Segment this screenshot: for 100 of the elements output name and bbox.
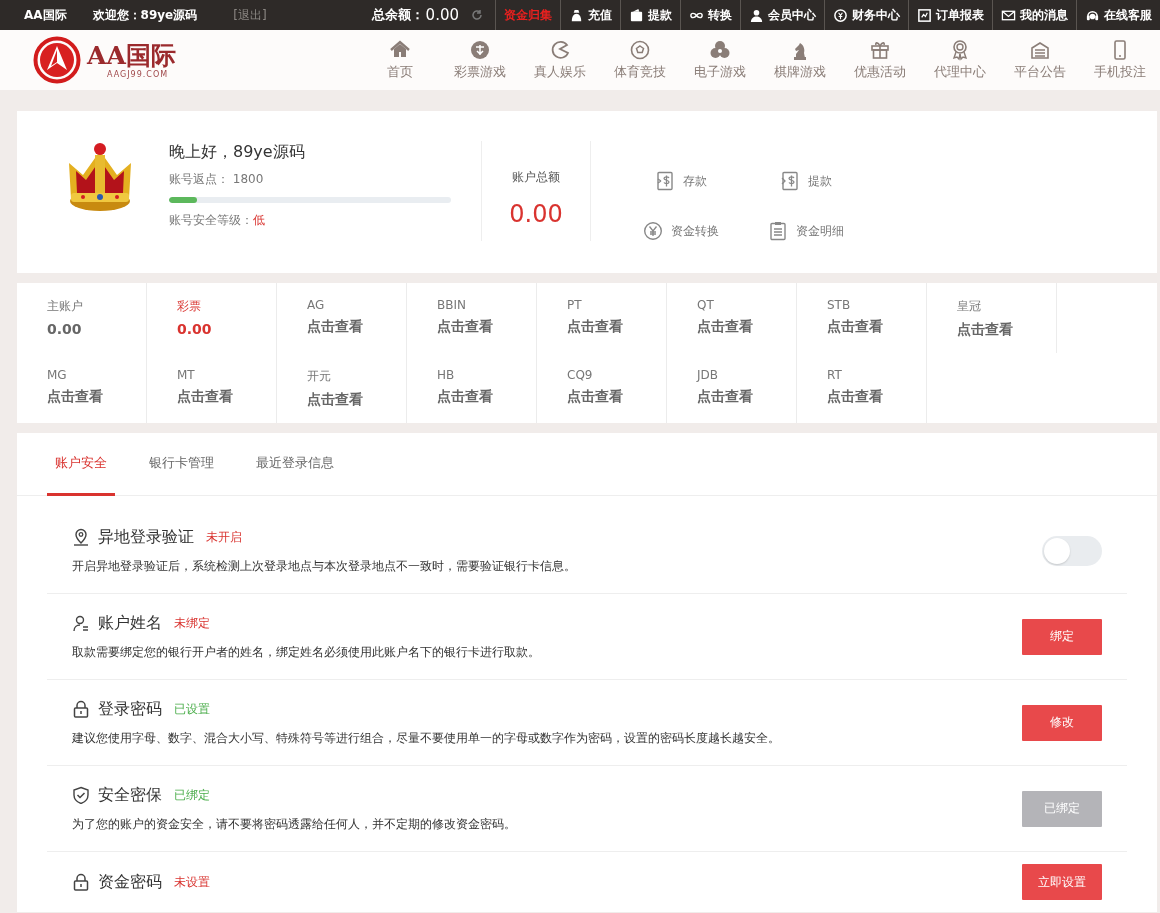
wallet-item[interactable]: AG 点击查看: [277, 283, 407, 353]
wallet-balance: 点击查看: [697, 388, 754, 406]
nav-item[interactable]: 代理中心: [920, 30, 1000, 90]
wallet-name: AG: [307, 298, 326, 312]
wallet-balance: 点击查看: [697, 318, 754, 336]
wallet-name: RT: [827, 368, 843, 382]
wallet-item[interactable]: 主账户 0.00: [17, 283, 147, 353]
logo-icon: [33, 36, 81, 84]
wallet-name: 开元: [307, 368, 332, 385]
wallet-name: 彩票: [177, 298, 202, 315]
nav-item[interactable]: 真人娱乐: [520, 30, 600, 90]
wallet-item[interactable]: MG 点击查看: [17, 353, 147, 423]
action-link[interactable]: 存款: [643, 171, 768, 191]
wallet-name: 主账户: [47, 298, 84, 315]
wallet-name: CQ9: [567, 368, 594, 382]
clipboard-icon: [768, 221, 788, 241]
wallet-item[interactable]: HB 点击查看: [407, 353, 537, 423]
nav-item[interactable]: 棋牌游戏: [760, 30, 840, 90]
user-icon: [72, 614, 90, 632]
setting-description: 建议您使用字母、数字、混合大小写、特殊符号等进行组合，尽量不要使用单一的字母或数字作为密码，设置的密码长度越长越安全。: [72, 729, 781, 747]
location-pin-icon: [72, 528, 90, 546]
balance-amount: 0.00: [425, 6, 459, 24]
setting-title: 登录密码: [98, 698, 162, 720]
wallet-balance: 0.00: [177, 321, 213, 337]
action-button[interactable]: 绑定: [1022, 618, 1102, 655]
wallet-name: BBIN: [437, 298, 467, 312]
wallet-name: MT: [177, 368, 196, 382]
wallet-name: STB: [827, 298, 852, 312]
wallet-item[interactable]: PT 点击查看: [537, 283, 667, 353]
tab[interactable]: 银行卡管理: [141, 433, 222, 496]
wallet-balance: 点击查看: [437, 388, 494, 406]
wallet-item[interactable]: 皇冠 点击查看: [927, 283, 1057, 353]
lock-icon: [72, 700, 90, 718]
shield-check-icon: [72, 786, 90, 804]
action-button[interactable]: 修改: [1022, 704, 1102, 741]
action-link[interactable]: 资金转换: [643, 221, 768, 241]
wallet-item[interactable]: JDB 点击查看: [667, 353, 797, 423]
total-label: 账户总额: [512, 169, 560, 186]
wallet-icon: [629, 7, 644, 23]
nav-item[interactable]: 彩票游戏: [440, 30, 520, 90]
gift-icon: [869, 39, 891, 61]
coin-icon: [833, 7, 848, 23]
setting-title: 资金密码: [98, 871, 162, 893]
setting-description: 为了您的账户的资金安全，请不要将密码透露给任何人，并不定期的修改资金密码。: [72, 815, 517, 833]
nav-item[interactable]: 体育竞技: [600, 30, 680, 90]
wallet-item[interactable]: CQ9 点击查看: [537, 353, 667, 423]
logo-domain: AAGJ99.COM: [107, 69, 170, 79]
nav-item[interactable]: 平台公告: [1000, 30, 1080, 90]
wallet-balance: 0.00: [47, 321, 83, 337]
wallet-balance: 点击查看: [827, 388, 884, 406]
withdraw-icon: [780, 171, 800, 191]
lock-icon: [72, 873, 90, 891]
wallet-balance: 点击查看: [437, 318, 494, 336]
action-link[interactable]: 提款: [768, 171, 893, 191]
nav-item[interactable]: 手机投注: [1080, 30, 1160, 90]
tab[interactable]: 最近登录信息: [248, 433, 342, 496]
action-link[interactable]: 资金明细: [768, 221, 893, 241]
nav-item[interactable]: 优惠活动: [840, 30, 920, 90]
security-level-value: 低: [253, 212, 265, 229]
logo-text: AA国际: [87, 41, 176, 70]
setting-description: 取款需要绑定您的银行开户者的姓名，绑定姓名必须使用此账户名下的银行卡进行取款。: [72, 643, 541, 661]
toggle-switch[interactable]: [1042, 535, 1102, 566]
yen-circle-icon: [643, 221, 663, 241]
wallet-item[interactable]: MT 点击查看: [147, 353, 277, 423]
action-button[interactable]: 立即设置: [1022, 864, 1102, 900]
user-icon: [749, 7, 764, 23]
wallet-item[interactable]: BBIN 点击查看: [407, 283, 537, 353]
soccer-ball-icon: [629, 39, 651, 61]
status-label: 已设置: [174, 700, 210, 718]
setting-description: 开启异地登录验证后，系统检测上次登录地点与本次登录地点不一致时，需要验证银行卡信息。: [72, 557, 577, 575]
refresh-icon: [471, 9, 483, 21]
greeting-text: 晚上好，89ye源码: [169, 142, 306, 163]
status-label: 已绑定: [174, 786, 210, 804]
wallet-name: 皇冠: [957, 298, 982, 315]
pac-man-icon: [549, 39, 571, 61]
wallet-item[interactable]: 开元 点击查看: [277, 353, 407, 423]
wallet-balance: 点击查看: [567, 388, 624, 406]
site-name: AA国际: [24, 6, 67, 24]
security-level-label: 账号安全等级：: [169, 212, 253, 229]
wallet-item[interactable]: QT 点击查看: [667, 283, 797, 353]
status-label: 未绑定: [174, 614, 210, 632]
nav-item[interactable]: 电子游戏: [680, 30, 760, 90]
nav-item[interactable]: 首页: [360, 30, 440, 90]
setting-title: 异地登录验证: [98, 526, 194, 548]
wallet-item[interactable]: RT 点击查看: [797, 353, 927, 423]
tab[interactable]: 账户安全: [47, 433, 115, 496]
wallet-balance: 点击查看: [827, 318, 884, 336]
bulletin-board-icon: [1029, 39, 1051, 61]
wallet-balance: 点击查看: [47, 388, 104, 406]
status-label: 未设置: [174, 873, 210, 891]
wallet-item[interactable]: STB 点击查看: [797, 283, 927, 353]
wallet-balance: 点击查看: [307, 391, 364, 409]
welcome-text: 欢迎您：89ye源码: [92, 6, 198, 24]
wallet-balance: 点击查看: [177, 388, 234, 406]
logout-link[interactable]: [退出]: [233, 6, 267, 24]
setting-title: 安全密保: [98, 784, 162, 806]
wallet-name: PT: [567, 298, 583, 312]
wallet-name: MG: [47, 368, 68, 382]
setting-title: 账户姓名: [98, 612, 162, 634]
wallet-item[interactable]: 彩票 0.00: [147, 283, 277, 353]
